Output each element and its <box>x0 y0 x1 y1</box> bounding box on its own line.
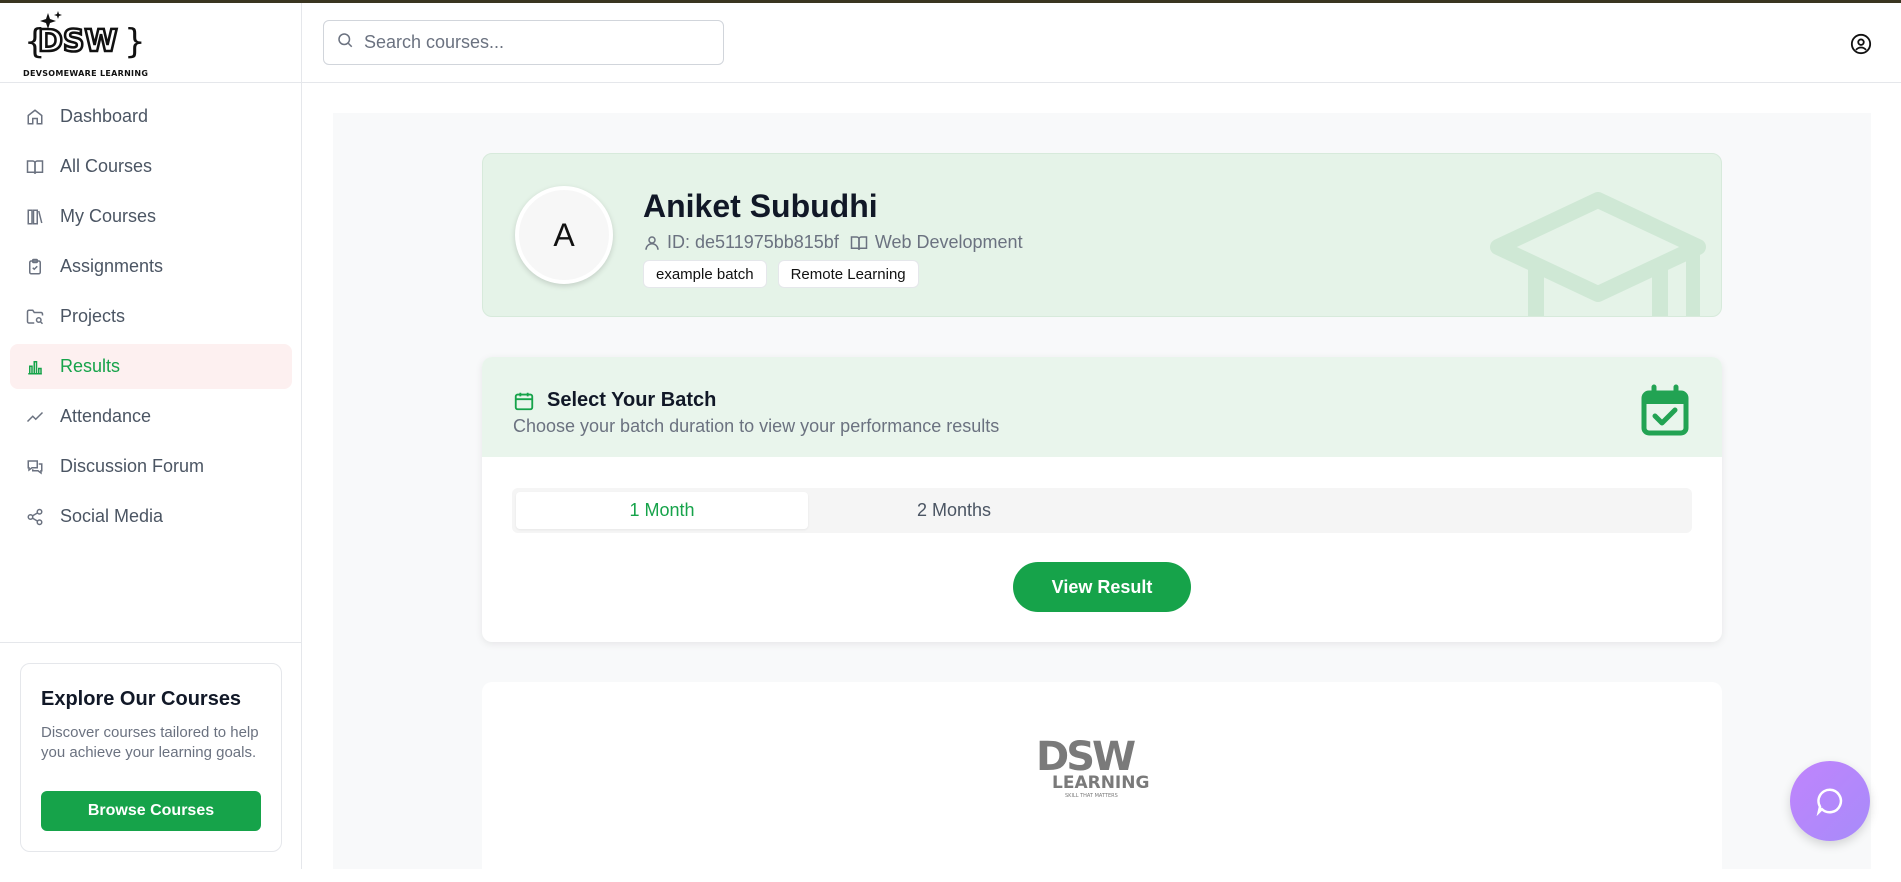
sidebar-item-label: Social Media <box>60 506 164 526</box>
graduation-cap-icon <box>1490 192 1706 316</box>
share-icon <box>25 507 45 527</box>
profile-tags: example batch Remote Learning <box>643 260 930 288</box>
bar-chart-icon <box>25 357 45 377</box>
messages-icon <box>25 457 45 477</box>
search-box <box>323 20 724 65</box>
sidebar-item-discussion-forum[interactable]: Discussion Forum <box>10 444 292 489</box>
svg-text:SKILL THAT MATTERS: SKILL THAT MATTERS <box>1065 793 1118 799</box>
batch-subtitle: Choose your batch duration to view your … <box>513 416 1000 436</box>
top-header <box>302 3 1901 83</box>
folder-search-icon <box>25 307 45 327</box>
sidebar-item-assignments[interactable]: Assignments <box>10 244 292 289</box>
sidebar-nav: Dashboard All Courses My Courses Assignm… <box>10 94 292 544</box>
tab-2-months[interactable]: 2 Months <box>808 492 1100 529</box>
tab-1-month[interactable]: 1 Month <box>516 492 808 529</box>
main-content: A Aniket Subudhi ID: de511975bb815bf Web… <box>333 113 1871 882</box>
sidebar-item-attendance[interactable]: Attendance <box>10 394 292 439</box>
logo-area: { DSW } DEVSOMEWARE LEARNING <box>0 3 301 83</box>
sidebar-item-all-courses[interactable]: All Courses <box>10 144 292 189</box>
batch-title: Select Your Batch <box>513 389 716 412</box>
batch-selector-card: Select Your Batch Choose your batch dura… <box>482 357 1722 642</box>
avatar: A <box>515 186 613 284</box>
promo-title: Explore Our Courses <box>41 688 242 710</box>
sidebar-item-label: Results <box>60 356 121 376</box>
sidebar-item-label: Projects <box>60 306 126 326</box>
sidebar-item-results[interactable]: Results <box>10 344 292 389</box>
sidebar: { DSW } DEVSOMEWARE LEARNING Dashboard A… <box>0 3 302 869</box>
book-open-icon <box>25 157 45 177</box>
chat-button[interactable] <box>1790 761 1870 841</box>
user-account-icon[interactable] <box>1850 33 1872 55</box>
batch-duration-tabs: 1 Month 2 Months <box>512 488 1692 533</box>
explore-courses-card: Explore Our Courses Discover courses tai… <box>20 663 282 852</box>
student-id: ID: de511975bb815bf <box>643 232 839 253</box>
svg-text:LEARNING: LEARNING <box>1052 773 1149 793</box>
sidebar-item-label: Attendance <box>60 406 152 426</box>
search-icon <box>336 31 354 54</box>
view-result-button[interactable]: View Result <box>1013 562 1191 612</box>
student-course: Web Development <box>849 232 1023 253</box>
clipboard-check-icon <box>25 257 45 277</box>
batch-header: Select Your Batch Choose your batch dura… <box>482 357 1722 457</box>
promo-text: Discover courses tailored to help you ac… <box>41 724 259 761</box>
calendar-icon <box>514 392 534 410</box>
sidebar-item-label: Assignments <box>60 256 164 276</box>
calendar-check-icon <box>1641 384 1689 436</box>
sidebar-item-projects[interactable]: Projects <box>10 294 292 339</box>
browse-courses-button[interactable]: Browse Courses <box>41 791 261 831</box>
trending-up-icon <box>25 407 45 427</box>
sidebar-item-label: My Courses <box>60 206 157 226</box>
sidebar-item-label: Dashboard <box>60 106 149 126</box>
svg-text:DSW: DSW <box>38 24 118 59</box>
sidebar-item-label: Discussion Forum <box>60 456 205 476</box>
profile-card: A Aniket Subudhi ID: de511975bb815bf Web… <box>482 153 1722 317</box>
home-icon <box>25 107 45 127</box>
sidebar-item-dashboard[interactable]: Dashboard <box>10 94 292 139</box>
tag-mode: Remote Learning <box>777 260 919 288</box>
svg-text:}: } <box>124 22 142 62</box>
student-name: Aniket Subudhi <box>643 188 878 224</box>
sidebar-divider <box>0 642 301 643</box>
sidebar-item-label: All Courses <box>60 156 153 176</box>
library-icon <box>25 207 45 227</box>
tag-batch: example batch <box>643 260 767 288</box>
profile-meta: ID: de511975bb815bf Web Development <box>643 232 1033 253</box>
user-icon <box>645 235 659 250</box>
book-open-icon <box>850 235 868 250</box>
search-input[interactable] <box>364 32 704 53</box>
brand-caption: DEVSOMEWARE LEARNING <box>23 69 149 78</box>
sidebar-item-social-media[interactable]: Social Media <box>10 494 292 539</box>
sidebar-item-my-courses[interactable]: My Courses <box>10 194 292 239</box>
chat-bubble-icon <box>1816 788 1843 816</box>
dsw-learning-logo: DSW LEARNING SKILL THAT MATTERS <box>1036 734 1149 799</box>
result-panel: DSW LEARNING SKILL THAT MATTERS <box>482 682 1722 882</box>
